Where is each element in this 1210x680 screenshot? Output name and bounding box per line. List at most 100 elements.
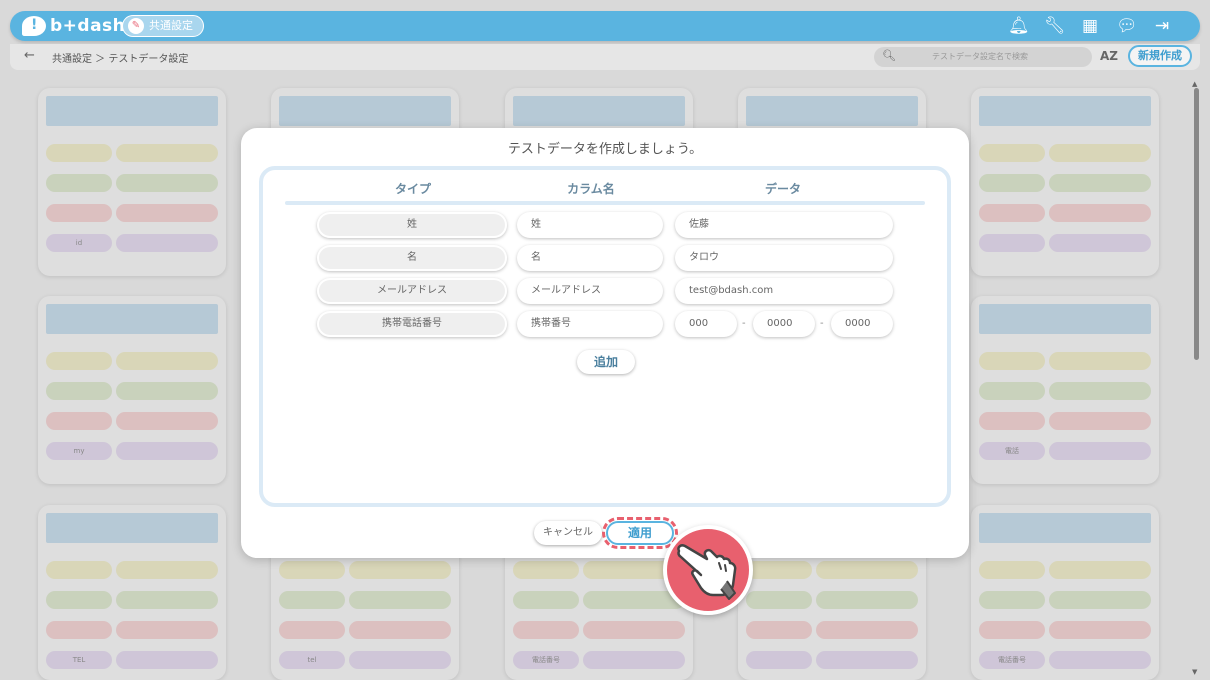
card-type-pill [279, 591, 345, 609]
data-input[interactable]: test@bdash.com [675, 278, 893, 304]
card-header [979, 513, 1151, 543]
header-divider [285, 201, 925, 205]
card-type-pill [746, 591, 812, 609]
logout-icon[interactable]: ⇥ [1152, 16, 1172, 36]
column-name-input[interactable]: 携帯番号 [517, 311, 663, 337]
apply-button[interactable]: 適用 [606, 521, 674, 545]
settings-badge-icon: ✎ [128, 18, 144, 34]
card-type-pill [979, 352, 1045, 370]
column-name-input[interactable]: 名 [517, 245, 663, 271]
pointing-hand-icon [663, 525, 753, 615]
card-type-pill [513, 621, 579, 639]
card-header [979, 304, 1151, 334]
top-icon-group: 🔔︎ 🔧︎ ▦ 💬︎ ⇥ [1008, 16, 1172, 36]
card-type-pill: id [46, 234, 112, 252]
card-type-pill: tel [279, 651, 345, 669]
card-value-pill [1049, 412, 1151, 430]
add-row-button[interactable]: 追加 [577, 350, 635, 374]
wrench-icon[interactable]: 🔧︎ [1044, 16, 1066, 36]
pointing-hand-glyph [677, 544, 737, 600]
type-select[interactable]: 携帯電話番号 [317, 311, 507, 337]
card-value-pill [816, 621, 918, 639]
card-value-pill [116, 352, 218, 370]
card-value-pill [1049, 442, 1151, 460]
card-value-pill [583, 651, 685, 669]
cancel-button[interactable]: キャンセル [534, 521, 602, 545]
card-type-pill [979, 204, 1045, 222]
card-type-pill [513, 561, 579, 579]
card-value-pill [1049, 621, 1151, 639]
new-create-button[interactable]: 新規作成 [1128, 45, 1192, 67]
scroll-up-icon[interactable]: ▲ [1192, 80, 1197, 88]
logo-text: b+dash [50, 16, 126, 36]
scrollbar-thumb[interactable] [1194, 88, 1199, 360]
card-type-pill [279, 561, 345, 579]
bell-icon[interactable]: 🔔︎ [1008, 16, 1030, 36]
card-type-pill [979, 144, 1045, 162]
grid-icon[interactable]: ▦ [1080, 16, 1100, 36]
card-type-pill [979, 234, 1045, 252]
card-value-pill [116, 651, 218, 669]
card-type-pill [979, 382, 1045, 400]
card-type-pill [746, 561, 812, 579]
scroll-down-icon[interactable]: ▼ [1192, 668, 1197, 676]
phone-part-2-input[interactable]: 0000 [753, 311, 815, 337]
logo[interactable]: b+dash [22, 15, 125, 37]
card-value-pill [116, 442, 218, 460]
card-header [979, 96, 1151, 126]
card-value-pill [816, 561, 918, 579]
card-header [513, 96, 685, 126]
column-name-input[interactable]: 姓 [517, 212, 663, 238]
card-value-pill [116, 174, 218, 192]
card-type-pill [46, 412, 112, 430]
background-card [971, 88, 1159, 276]
card-type-pill [746, 651, 812, 669]
phone-part-1-input[interactable]: 000 [675, 311, 737, 337]
phone-separator: - [742, 318, 746, 329]
card-type-pill [46, 144, 112, 162]
card-value-pill [816, 591, 918, 609]
background-card: 電話 [971, 296, 1159, 484]
card-value-pill [1049, 382, 1151, 400]
chat-icon[interactable]: 💬︎ [1116, 16, 1138, 36]
card-type-pill [979, 591, 1045, 609]
column-name-input[interactable]: メールアドレス [517, 278, 663, 304]
card-value-pill [116, 234, 218, 252]
search-placeholder: テストデータ設定名で検索 [932, 52, 1028, 61]
background-card: id [38, 88, 226, 276]
phone-separator: - [820, 318, 824, 329]
test-data-panel: タイプ カラム名 データ 姓 姓 佐藤 名 名 タロウ メールアドレス メールア… [259, 166, 951, 507]
card-value-pill [116, 621, 218, 639]
logo-bubble-icon [22, 16, 46, 36]
section-badge[interactable]: ✎ 共通設定 [122, 15, 204, 37]
column-header-data: データ [764, 182, 801, 196]
type-select[interactable]: 姓 [317, 212, 507, 238]
card-header [46, 304, 218, 334]
background-card: 電話番号 [971, 505, 1159, 680]
data-input[interactable]: タロウ [675, 245, 893, 271]
search-input[interactable]: 🔍︎ テストデータ設定名で検索 [874, 47, 1092, 67]
type-select[interactable]: 名 [317, 245, 507, 271]
phone-part-3-input[interactable]: 0000 [831, 311, 893, 337]
type-select[interactable]: メールアドレス [317, 278, 507, 304]
card-value-pill [349, 561, 451, 579]
card-value-pill [1049, 234, 1151, 252]
card-type-pill [46, 591, 112, 609]
sort-az-button[interactable]: AZ [1100, 49, 1118, 63]
card-value-pill [116, 591, 218, 609]
card-value-pill [116, 204, 218, 222]
card-header [46, 513, 218, 543]
sub-header: ← 共通設定 ＞ テストデータ設定 🔍︎ テストデータ設定名で検索 AZ 新規作… [10, 44, 1200, 70]
card-type-pill [979, 561, 1045, 579]
card-value-pill [1049, 651, 1151, 669]
card-header [746, 96, 918, 126]
card-type-pill [279, 621, 345, 639]
back-arrow-icon[interactable]: ← [24, 48, 35, 63]
data-input[interactable]: 佐藤 [675, 212, 893, 238]
card-value-pill [1049, 561, 1151, 579]
card-value-pill [116, 561, 218, 579]
card-type-pill: my [46, 442, 112, 460]
card-type-pill [46, 204, 112, 222]
card-type-pill [979, 412, 1045, 430]
card-type-pill [46, 621, 112, 639]
